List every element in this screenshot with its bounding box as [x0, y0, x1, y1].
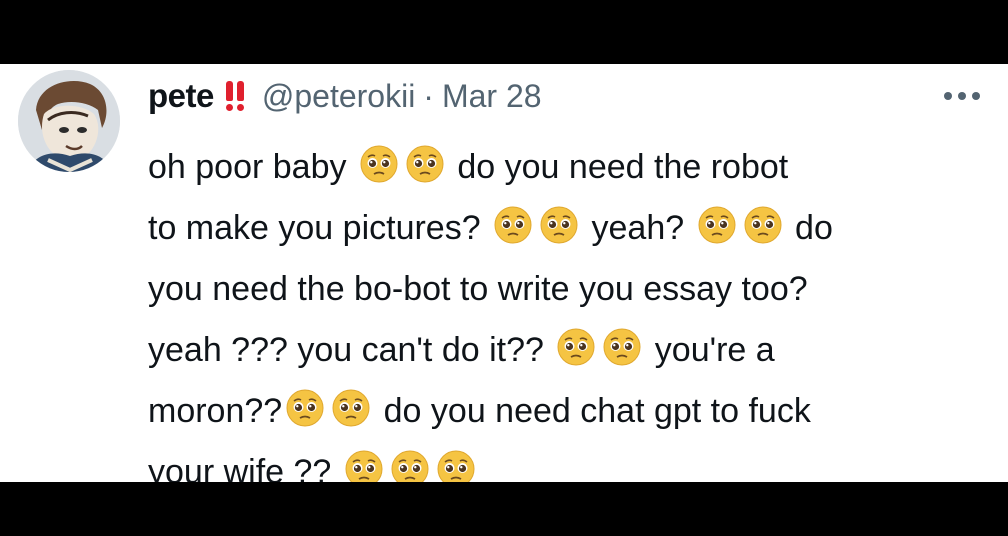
tweet-text-segment: moron??: [148, 392, 283, 430]
pleading-face-icon: [539, 205, 579, 245]
pleading-face-icon: [556, 327, 596, 367]
pleading-face-icon: [331, 388, 371, 428]
tweet-text-segment: do you need the robot: [447, 148, 789, 186]
tweet-text-segment: yeah ??? you can't do it??: [148, 331, 554, 369]
author-handle[interactable]: @peterokii: [262, 78, 415, 115]
header-separator: ·: [423, 77, 434, 114]
screenshot-frame: pete @peterokii · Mar 28 oh poor baby do…: [0, 0, 1008, 536]
tweet-line: to make you pictures? yeah? do: [148, 198, 988, 259]
author-name[interactable]: pete: [148, 77, 214, 115]
pleading-face-icon: [697, 205, 737, 245]
pleading-face-icon: [344, 449, 384, 482]
tweet-line: your wife ??: [148, 442, 988, 482]
pleading-face-icon: [359, 144, 399, 184]
tweet-date[interactable]: Mar 28: [442, 78, 542, 115]
tweet-text-segment: do you need chat gpt to fuck: [374, 392, 811, 430]
pleading-face-icon: [493, 205, 533, 245]
tweet-text-segment: you need the bo-bot to write you essay t…: [148, 270, 808, 308]
tweet-text: oh poor baby do you need the robot to mak…: [148, 137, 988, 482]
pleading-face-icon: [436, 449, 476, 482]
pleading-face-icon: [390, 449, 430, 482]
tweet-text-segment: yeah?: [582, 209, 694, 247]
tweet-line: moron?? do you need chat gpt to fuck: [148, 381, 988, 442]
tweet-header: pete @peterokii · Mar 28: [148, 74, 542, 118]
pleading-face-icon: [743, 205, 783, 245]
tweet-line: you need the bo-bot to write you essay t…: [148, 259, 988, 320]
tweet-text-segment: you're a: [645, 331, 775, 369]
double-exclamation-icon: [225, 81, 248, 111]
avatar[interactable]: [18, 70, 120, 172]
tweet-text-segment: do: [785, 209, 833, 247]
pleading-face-icon: [285, 388, 325, 428]
tweet-card[interactable]: pete @peterokii · Mar 28 oh poor baby do…: [0, 64, 1008, 482]
tweet-line: yeah ??? you can't do it?? you're a: [148, 320, 988, 381]
avatar-illustration: [18, 70, 120, 172]
more-horizontal-icon[interactable]: [944, 92, 980, 100]
tweet-line: oh poor baby do you need the robot: [148, 137, 988, 198]
tweet-text-segment: oh poor baby: [148, 148, 356, 186]
pleading-face-icon: [405, 144, 445, 184]
pleading-face-icon: [602, 327, 642, 367]
tweet-text-segment: your wife ??: [148, 453, 341, 482]
tweet-text-segment: to make you pictures?: [148, 209, 491, 247]
